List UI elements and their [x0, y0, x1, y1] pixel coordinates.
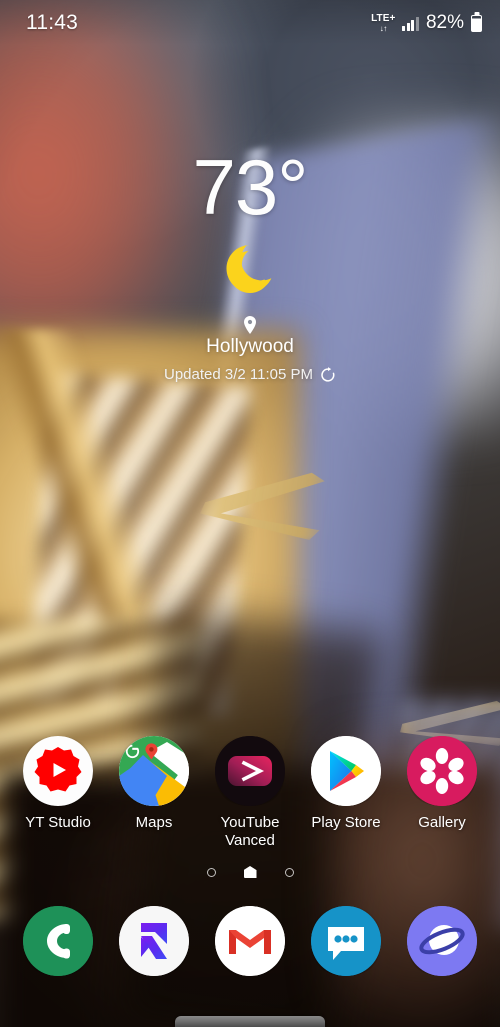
youtube-vanced-icon[interactable] — [215, 736, 285, 806]
app-grid-row: YT Studio Maps YouTube Vanced Play Store… — [0, 736, 500, 850]
yt-studio-icon[interactable] — [23, 736, 93, 806]
dock-item-messages[interactable] — [310, 906, 382, 976]
dock-item-phone[interactable] — [22, 906, 94, 976]
weather-updated-label: Updated 3/2 11:05 PM — [164, 366, 313, 384]
gesture-nav-pill[interactable] — [175, 1016, 325, 1027]
gallery-icon[interactable] — [407, 736, 477, 806]
navigation-bar[interactable] — [0, 997, 500, 1027]
app-label-play-store: Play Store — [311, 814, 381, 831]
play-store-icon[interactable] — [311, 736, 381, 806]
network-type-label: LTE+ — [371, 13, 396, 24]
dock-item-relay-reddit[interactable] — [118, 906, 190, 976]
messages-icon[interactable] — [311, 906, 381, 976]
gmail-icon[interactable] — [215, 906, 285, 976]
crescent-moon-icon — [219, 238, 281, 300]
status-bar[interactable]: 11:43 LTE+ ↓↑ 82% — [0, 0, 500, 45]
data-transfer-arrows-icon: ↓↑ — [379, 24, 388, 33]
weather-updated-row[interactable]: Updated 3/2 11:05 PM — [164, 366, 336, 383]
app-label-yt-studio: YT Studio — [25, 814, 91, 831]
battery-icon — [471, 15, 482, 32]
battery-percentage-label: 82% — [425, 12, 464, 33]
weather-widget[interactable]: 73° Hollywood Updated 3/2 11:05 PM — [0, 143, 500, 383]
home-indicator-icon[interactable] — [243, 866, 257, 878]
page-indicator[interactable] — [0, 866, 500, 878]
app-label-youtube-vanced: YouTube Vanced — [220, 814, 280, 849]
google-maps-icon[interactable] — [119, 736, 189, 806]
status-bar-clock: 11:43 — [26, 10, 78, 34]
location-pin-icon — [244, 316, 256, 335]
app-label-gallery: Gallery — [418, 814, 466, 831]
weather-city-label: Hollywood — [206, 336, 294, 358]
refresh-icon[interactable] — [320, 366, 336, 383]
dock — [0, 906, 500, 976]
dock-item-samsung-internet[interactable] — [406, 906, 478, 976]
page-dot-3[interactable] — [284, 867, 294, 877]
app-icon-maps[interactable]: Maps — [110, 736, 198, 850]
app-icon-play-store[interactable]: Play Store — [302, 736, 390, 850]
app-label-maps: Maps — [135, 814, 173, 831]
home-screen: 11:43 LTE+ ↓↑ 82% 73° Hollywood Updated … — [0, 0, 500, 1027]
signal-strength-icon — [402, 16, 419, 31]
relay-reddit-icon[interactable] — [119, 906, 189, 976]
phone-icon[interactable] — [23, 906, 93, 976]
page-dot-1[interactable] — [206, 867, 216, 877]
weather-location: Hollywood — [206, 316, 294, 358]
weather-temperature: 73° — [192, 143, 309, 231]
app-icon-gallery[interactable]: Gallery — [398, 736, 486, 850]
network-type-indicator: LTE+ ↓↑ — [371, 14, 395, 33]
dock-item-gmail[interactable] — [214, 906, 286, 976]
app-icon-yt-studio[interactable]: YT Studio — [14, 736, 102, 850]
samsung-internet-icon[interactable] — [407, 906, 477, 976]
app-icon-youtube-vanced[interactable]: YouTube Vanced — [206, 736, 294, 850]
